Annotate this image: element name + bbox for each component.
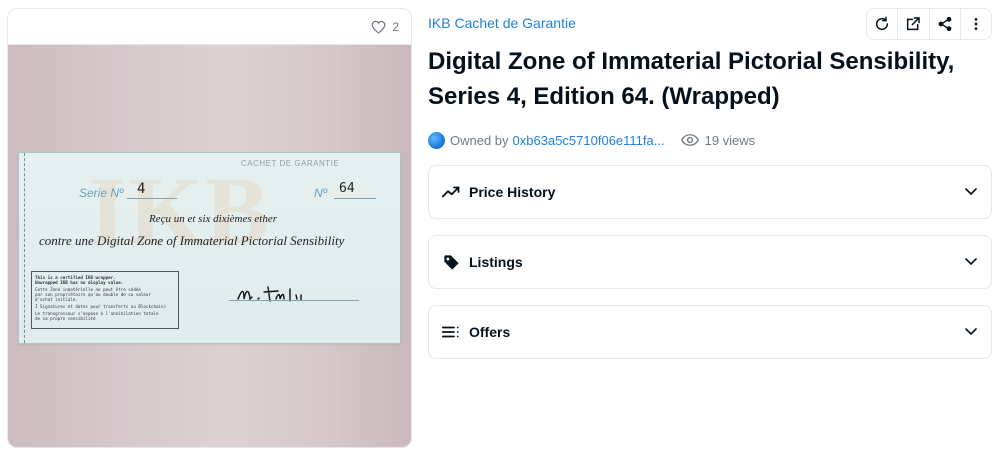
item-title: Digital Zone of Immaterial Pictorial Sen… xyxy=(428,48,955,110)
price-history-panel[interactable]: Price History xyxy=(428,165,992,219)
ikb-watermark: IKB xyxy=(89,157,272,264)
number-label: Nº xyxy=(314,186,328,200)
serie-underline xyxy=(127,198,177,199)
more-vertical-icon xyxy=(974,18,978,30)
panel-label: Price History xyxy=(469,184,556,200)
media-header: 2 xyxy=(8,9,411,45)
number-value: 64 xyxy=(339,181,355,196)
cheque-perforation xyxy=(19,153,25,343)
media-card: 2 IKB CACHET DE GARANTIE Serie Nº 4 Nº 6… xyxy=(7,8,412,448)
heart-outline-icon[interactable] xyxy=(371,20,386,34)
owned-by-label: Owned by xyxy=(450,132,509,148)
list-icon xyxy=(441,322,461,342)
nft-image[interactable]: IKB CACHET DE GARANTIE Serie Nº 4 Nº 64 … xyxy=(8,45,411,447)
cheque-header: CACHET DE GARANTIE xyxy=(241,159,340,168)
views-count: 19 views xyxy=(680,132,756,148)
panel-label: Listings xyxy=(469,254,523,270)
views-label: 19 views xyxy=(704,132,756,148)
owner-row: Owned by 0xb63a5c5710f06e111fa... 19 vie… xyxy=(428,131,755,149)
fine-print-line: de sa propre sensibilité xyxy=(35,316,96,321)
refresh-icon xyxy=(876,16,889,31)
number-underline xyxy=(334,198,376,199)
cheque-artwork: IKB CACHET DE GARANTIE Serie Nº 4 Nº 64 … xyxy=(18,152,401,344)
signature xyxy=(237,286,302,302)
serie-label: Serie Nº xyxy=(79,186,124,200)
serie-value: 4 xyxy=(137,181,146,197)
fine-print-box: This is a certified IKB wrapper. Unwrapp… xyxy=(31,271,179,329)
more-button[interactable] xyxy=(960,9,991,39)
item-toolbar xyxy=(866,8,992,40)
fine-print-line: d'achat initiale. xyxy=(35,297,78,302)
refresh-button[interactable] xyxy=(867,9,899,39)
chevron-down-icon xyxy=(963,324,979,340)
panel-label: Offers xyxy=(469,324,511,340)
share-icon xyxy=(938,16,952,32)
tag-icon xyxy=(441,252,461,272)
favorite-count: 2 xyxy=(392,19,399,34)
fine-print-line: Unwrapped IKB has no display value. xyxy=(35,280,124,285)
trending-up-icon xyxy=(441,182,461,202)
chevron-down-icon xyxy=(963,184,979,200)
signature-line xyxy=(229,300,359,301)
external-link-icon xyxy=(907,17,921,31)
share-button[interactable] xyxy=(929,9,961,39)
listings-panel[interactable]: Listings xyxy=(428,235,992,289)
eye-icon xyxy=(680,134,699,146)
fine-print-line: I Signatures et dates pour transferts ou… xyxy=(35,304,167,309)
offers-panel[interactable]: Offers xyxy=(428,305,992,359)
collection-link[interactable]: IKB Cachet de Garantie xyxy=(428,15,576,31)
cheque-line-1: Reçu un et six dixièmes ether xyxy=(149,213,277,225)
open-external-button[interactable] xyxy=(898,9,930,39)
chevron-down-icon xyxy=(963,254,979,270)
cheque-line-2: contre une Digital Zone of Immaterial Pi… xyxy=(39,233,345,248)
avatar[interactable] xyxy=(428,131,445,149)
owner-address-link[interactable]: 0xb63a5c5710f06e111fa... xyxy=(513,133,665,148)
